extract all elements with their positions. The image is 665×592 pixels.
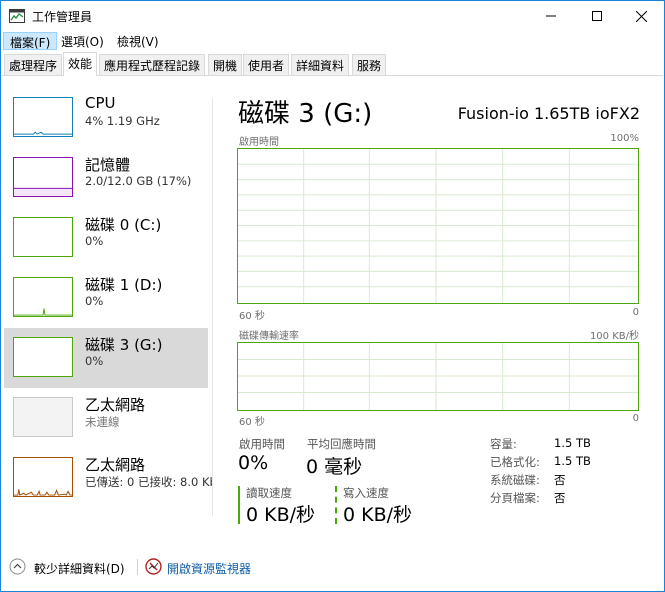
- page-file-label: 分頁檔案:: [490, 491, 540, 505]
- graph2-time: 60 秒: [239, 417, 265, 428]
- read-speed-indicator: [238, 486, 240, 524]
- graph2-max: 100 KB/秒: [589, 331, 639, 342]
- tab-details[interactable]: 詳細資料: [291, 54, 350, 75]
- tab-performance[interactable]: 效能: [63, 52, 98, 76]
- page-file-value: 否: [554, 491, 566, 505]
- resource-monitor-icon: [145, 558, 162, 575]
- fewer-details-button[interactable]: 較少詳細資料(D): [34, 560, 125, 577]
- title-bar: 工作管理員: [0, 0, 665, 31]
- sidebar-memory-title: 記憶體: [85, 156, 131, 174]
- write-speed-label: 寫入速度: [343, 486, 389, 500]
- read-speed-label: 讀取速度: [246, 486, 292, 500]
- transfer-rate-graph: [237, 342, 639, 411]
- formatted-label: 已格式化:: [490, 455, 540, 469]
- write-speed-indicator: [335, 486, 337, 524]
- sidebar-ethernet2-title: 乙太網路: [85, 456, 146, 474]
- disk3-thumbnail: [13, 337, 73, 377]
- tab-bar: 處理程序 效能 應用程式歷程記錄 開機 使用者 詳細資料 服務: [0, 51, 665, 76]
- sidebar-item-cpu[interactable]: CPU 4% 1.19 GHz: [4, 89, 208, 149]
- sidebar-item-disk1[interactable]: 磁碟 1 (D:) 0%: [4, 269, 208, 329]
- close-icon: [635, 10, 647, 22]
- minimize-button[interactable]: [528, 1, 574, 31]
- graph1-max: 100%: [610, 133, 639, 144]
- sidebar-ethernet2-sub: 已傳送: 0 已接收: 8.0 Kbps: [85, 475, 212, 489]
- tab-services[interactable]: 服務: [352, 54, 387, 75]
- tab-startup[interactable]: 開機: [208, 54, 243, 75]
- sidebar-memory-sub: 2.0/12.0 GB (17%): [85, 174, 192, 188]
- tab-processes[interactable]: 處理程序: [4, 54, 63, 75]
- sidebar-disk1-sub: 0%: [85, 294, 104, 308]
- disk-model: Fusion-io 1.65TB ioFX2: [457, 104, 640, 123]
- write-speed-value: 0 KB/秒: [343, 504, 413, 526]
- system-disk-value: 否: [554, 473, 566, 487]
- disk1-thumbnail: [13, 277, 73, 317]
- sidebar-disk0-title: 磁碟 0 (C:): [85, 216, 162, 234]
- graph2-label: 磁碟傳輸速率: [239, 331, 299, 342]
- maximize-button[interactable]: [574, 1, 620, 31]
- open-resource-monitor-link[interactable]: 開啟資源監視器: [167, 560, 251, 577]
- close-button[interactable]: [618, 1, 664, 31]
- capacity-label: 容量:: [490, 437, 517, 451]
- ethernet1-thumbnail: [13, 397, 73, 437]
- capacity-value: 1.5 TB: [554, 436, 591, 450]
- disk-title: 磁碟 3 (G:): [238, 99, 373, 129]
- active-time-label: 啟用時間: [239, 437, 285, 451]
- sidebar-disk0-sub: 0%: [85, 234, 104, 248]
- task-manager-icon: [9, 9, 25, 23]
- sidebar-item-disk3[interactable]: 磁碟 3 (G:) 0%: [4, 328, 208, 388]
- ethernet2-thumbnail: [13, 457, 73, 497]
- bottom-divider: [137, 559, 138, 575]
- sidebar-disk3-sub: 0%: [85, 354, 104, 368]
- sidebar-item-disk0[interactable]: 磁碟 0 (C:) 0%: [4, 209, 208, 269]
- chevron-up-icon[interactable]: [9, 558, 26, 575]
- graph1-min: 0: [632, 307, 639, 318]
- avg-response-value: 0 毫秒: [306, 456, 363, 478]
- sidebar-item-ethernet1[interactable]: 乙太網路 未連線: [4, 389, 208, 449]
- minimize-icon: [546, 15, 556, 17]
- active-time-value: 0%: [238, 452, 269, 474]
- graph1-time: 60 秒: [239, 311, 265, 322]
- sidebar-cpu-sub: 4% 1.19 GHz: [85, 114, 160, 128]
- sidebar-item-memory[interactable]: 記憶體 2.0/12.0 GB (17%): [4, 149, 208, 209]
- system-disk-label: 系統磁碟:: [490, 473, 540, 487]
- tab-users[interactable]: 使用者: [243, 54, 290, 75]
- graph2-min: 0: [632, 413, 639, 424]
- menu-bar: 檔案(F) 選項(O) 檢視(V): [0, 31, 665, 51]
- window-title: 工作管理員: [32, 10, 93, 24]
- sidebar-item-ethernet2[interactable]: 乙太網路 已傳送: 0 已接收: 8.0 Kbps: [4, 449, 212, 509]
- panel-divider: [212, 98, 213, 516]
- memory-thumbnail: [13, 157, 73, 197]
- cpu-thumbnail: [13, 97, 73, 137]
- read-speed-value: 0 KB/秒: [246, 504, 316, 526]
- tab-app-history[interactable]: 應用程式歷程記錄: [99, 54, 206, 75]
- active-time-graph: [237, 148, 639, 304]
- menu-options[interactable]: 選項(O): [55, 32, 110, 50]
- avg-response-label: 平均回應時間: [307, 437, 376, 451]
- menu-file[interactable]: 檔案(F): [3, 32, 58, 50]
- sidebar-disk1-title: 磁碟 1 (D:): [85, 276, 163, 294]
- sidebar-ethernet1-title: 乙太網路: [85, 396, 146, 414]
- sidebar-cpu-title: CPU: [85, 94, 116, 112]
- bottom-bar: 較少詳細資料(D) 開啟資源監視器: [0, 555, 665, 579]
- menu-view[interactable]: 檢視(V): [111, 32, 165, 50]
- maximize-icon: [592, 11, 602, 21]
- disk0-thumbnail: [13, 217, 73, 257]
- sidebar-disk3-title: 磁碟 3 (G:): [85, 336, 163, 354]
- graph1-label: 啟用時間: [239, 137, 279, 148]
- formatted-value: 1.5 TB: [554, 454, 591, 468]
- sidebar-ethernet1-sub: 未連線: [85, 415, 120, 429]
